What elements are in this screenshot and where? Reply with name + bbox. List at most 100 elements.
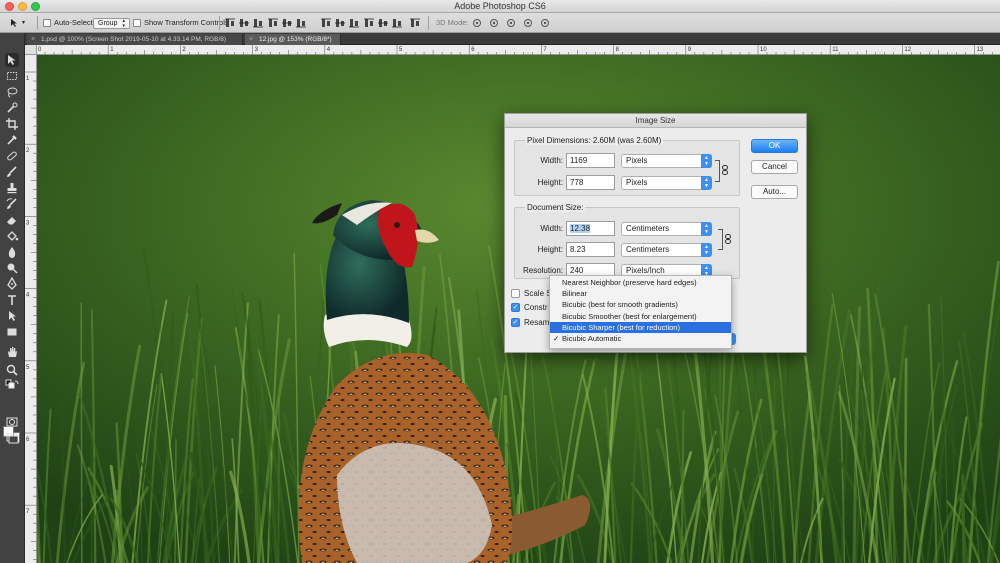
pixel-width-unit-value: Pixels — [626, 156, 648, 165]
menu-item-bicubic-sharper[interactable]: Bicubic Sharper (best for reduction) — [550, 321, 731, 333]
resample-method-menu: Nearest Neighbor (preserve hard edges) B… — [549, 275, 732, 349]
menu-item-label: Bicubic Smoother (best for enlargement) — [562, 311, 697, 321]
pen-tool-icon[interactable] — [5, 277, 19, 291]
grass-blade — [961, 474, 966, 563]
history-brush-tool-icon[interactable] — [5, 197, 19, 211]
quick-mask-icon[interactable] — [5, 415, 19, 429]
vertical-ruler[interactable]: 12345678 — [25, 55, 37, 563]
paint-bucket-tool-icon[interactable] — [5, 229, 19, 243]
scale-styles-checkbox[interactable] — [511, 289, 520, 298]
pixel-height-field[interactable]: 778 — [566, 175, 615, 190]
blur-tool-icon[interactable] — [5, 245, 19, 259]
eraser-tool-icon[interactable] — [5, 213, 19, 227]
distribute-left-icon[interactable] — [364, 18, 374, 27]
eyedropper-tool-icon[interactable] — [5, 133, 19, 147]
resolution-label: Resolution: — [522, 266, 563, 275]
ruler-label: 3 — [255, 47, 259, 53]
crop-tool-icon[interactable] — [5, 117, 19, 131]
align-left-icon[interactable] — [268, 18, 278, 27]
link-chain-icon — [722, 165, 728, 177]
doc-tab-2[interactable]: × 12.jpg @ 153% (RGB/8*) — [245, 34, 341, 45]
align-bottom-icon[interactable] — [253, 18, 263, 28]
hand-tool-icon[interactable] — [5, 345, 19, 359]
distribute-top-icon[interactable] — [321, 18, 331, 27]
brush-tool-icon[interactable] — [5, 165, 19, 179]
path-selection-tool-icon[interactable] — [5, 309, 19, 323]
clone-stamp-tool-icon[interactable] — [5, 181, 19, 195]
menu-item-label: Bicubic Sharper (best for reduction) — [562, 322, 680, 332]
doc-height-unit-select[interactable]: Centimeters ▲ ▼ — [621, 243, 712, 257]
menu-item-bilinear[interactable]: Bilinear — [550, 288, 731, 299]
menu-item-label: Bicubic (best for smooth gradients) — [562, 300, 678, 310]
horizontal-ruler[interactable]: 0 1 2 3 4 5 6 7 8 9 10 11 12 13 — [37, 45, 1000, 55]
menu-item-bicubic-smoother[interactable]: Bicubic Smoother (best for enlargement) — [550, 311, 731, 322]
menu-item-bicubic[interactable]: Bicubic (best for smooth gradients) — [550, 299, 731, 310]
auto-select-check-box[interactable] — [43, 19, 51, 28]
close-tab-icon[interactable]: × — [31, 34, 35, 45]
auto-select-dropdown[interactable]: Group — [93, 17, 131, 29]
3d-pan-icon[interactable] — [505, 18, 517, 27]
menu-item-nearest-neighbor[interactable]: Nearest Neighbor (preserve hard edges) — [550, 277, 731, 288]
distribute-bottom-icon[interactable] — [349, 18, 359, 28]
doc-width-unit-select[interactable]: Centimeters ▲ ▼ — [621, 222, 712, 236]
grass-blade — [903, 357, 908, 563]
resample-image-checkbox[interactable]: ✓ — [511, 318, 520, 327]
pixel-height-unit-select[interactable]: Pixels ▲ ▼ — [621, 176, 712, 190]
3d-slide-icon[interactable] — [522, 18, 534, 27]
doc-width-unit-value: Centimeters — [626, 224, 670, 233]
screen-mode-icon[interactable] — [5, 431, 19, 445]
3d-rotate-icon[interactable] — [471, 18, 483, 27]
pixel-dimensions-label: Pixel Dimensions: — [527, 136, 591, 145]
menu-item-bicubic-automatic[interactable]: ✓ Bicubic Automatic — [550, 333, 731, 344]
ok-button[interactable]: OK — [751, 139, 798, 153]
menu-item-label: Nearest Neighbor (preserve hard edges) — [562, 278, 697, 287]
doc-tab-1[interactable]: × 1.psd @ 100% (Screen Shot 2019-05-10 a… — [27, 34, 243, 45]
align-right-icon[interactable] — [296, 18, 306, 28]
preset-dropdown-icon[interactable]: ▾ — [22, 17, 25, 29]
move-tool-preset-icon[interactable] — [10, 18, 19, 27]
doc-height-unit-value: Centimeters — [626, 245, 670, 254]
default-colors-icon[interactable] — [5, 379, 19, 393]
3d-roll-icon[interactable] — [488, 18, 500, 27]
toolbox — [0, 33, 25, 563]
show-transform-checkbox[interactable]: Show Transform Controls — [133, 17, 229, 29]
cancel-button[interactable]: Cancel — [751, 160, 798, 174]
dodge-tool-icon[interactable] — [5, 261, 19, 275]
3d-scale-icon[interactable] — [539, 18, 551, 27]
align-top-icon[interactable] — [225, 18, 235, 27]
auto-select-value[interactable]: Group — [93, 18, 131, 29]
constrain-proportions-checkbox[interactable]: ✓ — [511, 303, 520, 312]
auto-align-icon[interactable] — [410, 18, 420, 27]
ruler-label: 1 — [26, 76, 30, 82]
distribute-vcenter-icon[interactable] — [335, 18, 345, 27]
pixel-width-unit-select[interactable]: Pixels ▲ ▼ — [621, 154, 712, 168]
close-tab-icon[interactable]: × — [249, 34, 253, 45]
move-tool-icon[interactable] — [5, 53, 19, 67]
doc-width-field[interactable]: 12.38 — [566, 221, 615, 236]
auto-select-checkbox[interactable]: Auto-Select: — [43, 17, 95, 29]
checkmark-icon: ✓ — [553, 333, 560, 343]
lasso-tool-icon[interactable] — [5, 85, 19, 99]
pixel-width-field[interactable]: 1169 — [566, 153, 615, 168]
align-vcenter-icon[interactable] — [239, 18, 249, 27]
ruler-label: 9 — [688, 47, 692, 53]
ruler-label: 7 — [543, 47, 547, 53]
ruler-label: 11 — [832, 47, 839, 53]
ruler-origin[interactable] — [25, 45, 37, 55]
doc-height-field[interactable]: 8.23 — [566, 242, 615, 257]
show-transform-check-box[interactable] — [133, 19, 141, 28]
quick-selection-tool-icon[interactable] — [5, 101, 19, 115]
healing-brush-tool-icon[interactable] — [5, 149, 19, 163]
auto-button[interactable]: Auto... — [751, 185, 798, 199]
resample-image-label: Resam — [524, 318, 550, 327]
ruler-label: 4 — [327, 47, 331, 53]
marquee-tool-icon[interactable] — [5, 69, 19, 83]
distribute-right-icon[interactable] — [392, 18, 402, 28]
pixel-dimensions-group: Pixel Dimensions: 2.60M (was 2.60M) Widt… — [514, 136, 740, 196]
zoom-tool-icon[interactable] — [5, 363, 19, 377]
type-tool-icon[interactable] — [5, 293, 19, 307]
distribute-hcenter-icon[interactable] — [378, 18, 388, 27]
show-transform-label: Show Transform Controls — [144, 18, 229, 27]
rectangle-tool-icon[interactable] — [5, 325, 19, 339]
align-hcenter-icon[interactable] — [282, 18, 292, 27]
